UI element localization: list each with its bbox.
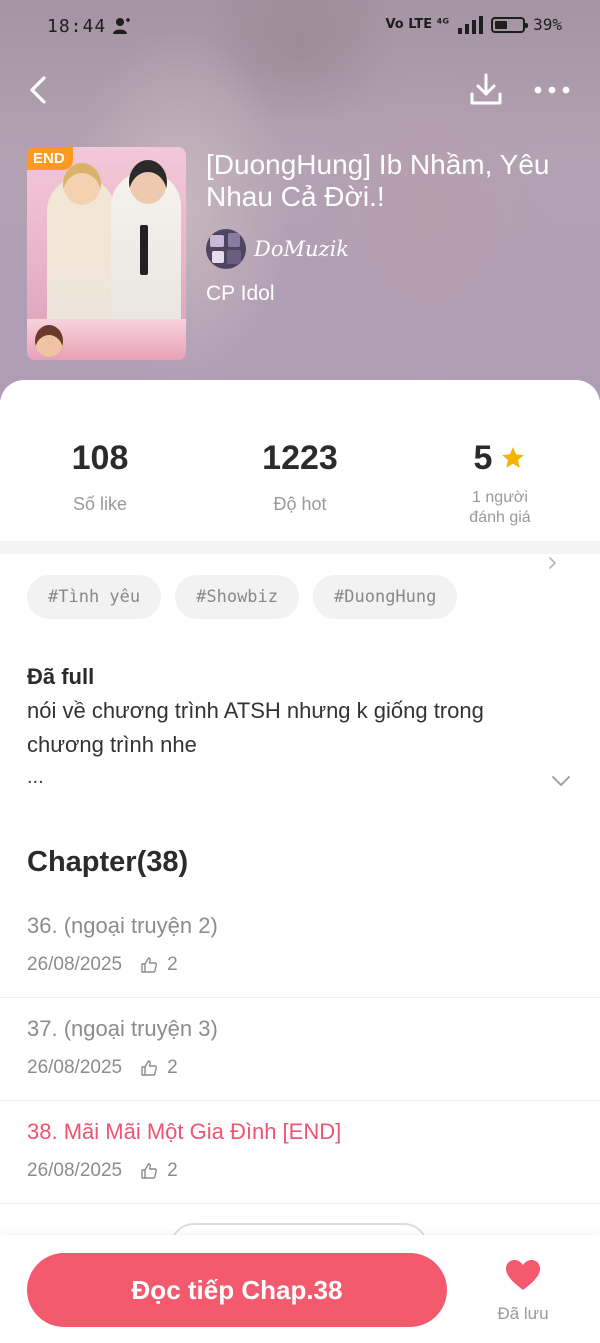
chapter-likes: 2 <box>167 1057 178 1078</box>
chapter-meta: 26/08/2025 2 <box>27 954 178 976</box>
top-navigation <box>0 70 600 110</box>
cover-detail <box>140 225 148 275</box>
download-icon[interactable] <box>466 70 506 110</box>
person-add-icon <box>113 18 130 34</box>
thumbs-up-icon <box>141 957 158 973</box>
back-arrow-icon[interactable] <box>22 72 58 108</box>
rating-value-row: 5 <box>400 440 600 476</box>
tag-chip[interactable]: #Tình yêu <box>27 575 162 619</box>
stats-row: 108 Số like 1223 Độ hot 5 1 người đánh g… <box>0 440 600 569</box>
signal-bars-icon <box>458 15 484 34</box>
chapter-title[interactable]: 36. (ngoại truyện 2) <box>27 913 218 939</box>
continue-reading-button[interactable]: Đọc tiếp Chap.38 <box>27 1253 447 1327</box>
book-detail-sheet: 108 Số like 1223 Độ hot 5 1 người đánh g… <box>0 380 600 1343</box>
chapter-heading: Chapter(38) <box>27 846 189 878</box>
chevron-right-icon[interactable] <box>546 556 560 570</box>
chapter-title[interactable]: 37. (ngoại truyện 3) <box>27 1016 218 1042</box>
battery-percent: 39% <box>533 15 562 34</box>
hot-label: Độ hot <box>273 494 327 514</box>
chapter-date: 26/08/2025 <box>27 1160 123 1181</box>
completion-status: Đã full <box>27 664 95 689</box>
book-genre: CP Idol <box>206 282 275 305</box>
likes-label: Số like <box>72 494 128 514</box>
chapter-item[interactable]: 36. (ngoại truyện 2) 26/08/2025 2 <box>0 895 600 998</box>
network-indicator: Vo LTE ⁴ᴳ <box>385 17 450 32</box>
status-indicators: Vo LTE ⁴ᴳ 39% <box>385 15 562 34</box>
heart-icon[interactable] <box>505 1259 541 1291</box>
chapter-list: 36. (ngoại truyện 2) 26/08/2025 2 37. (n… <box>0 895 600 1204</box>
chapter-meta: 26/08/2025 2 <box>27 1057 178 1079</box>
save-button[interactable]: Đã lưu <box>488 1255 558 1329</box>
end-badge: END <box>27 147 73 170</box>
rating-count-line: 1 người <box>472 489 528 506</box>
likes-value: 108 <box>71 439 129 477</box>
tag-chip[interactable]: #DuongHung <box>313 575 458 619</box>
tag-chip[interactable]: #Showbiz <box>175 575 300 619</box>
bottom-action-bar: Đọc tiếp Chap.38 Đã lưu <box>0 1235 600 1343</box>
rating-count-line: đánh giá <box>469 509 531 526</box>
thumbs-up-icon <box>141 1060 158 1076</box>
save-label: Đã lưu <box>497 1304 549 1323</box>
stat-rating[interactable]: 5 1 người đánh giá <box>400 440 600 528</box>
description-ellipsis: ... <box>27 766 44 788</box>
tag-list: #Tình yêu #Showbiz #DuongHung <box>27 575 458 619</box>
rating-value: 5 <box>473 439 493 477</box>
chevron-down-icon[interactable] <box>550 770 572 792</box>
chapter-title[interactable]: 38. Mãi Mãi Một Gia Đình [END] <box>27 1119 341 1145</box>
cover-figure <box>35 325 63 357</box>
status-bar: 18:44 Vo LTE ⁴ᴳ 39% <box>0 12 600 42</box>
chapter-item-current[interactable]: 38. Mãi Mãi Một Gia Đình [END] 26/08/202… <box>0 1101 600 1204</box>
stat-hot: 1223 Độ hot <box>200 440 400 515</box>
book-cover[interactable]: END <box>27 147 186 360</box>
chapter-item[interactable]: 37. (ngoại truyện 3) 26/08/2025 2 <box>0 998 600 1101</box>
author-name[interactable]: DoMuzik <box>254 237 349 261</box>
author-avatar[interactable] <box>206 229 246 269</box>
chapter-likes: 2 <box>167 1160 178 1181</box>
chapter-likes: 2 <box>167 954 178 975</box>
book-title: [DuongHung] Ib Nhầm, Yêu Nhau Cả Đời.! <box>206 149 550 212</box>
star-icon <box>502 447 525 468</box>
battery-icon <box>491 16 529 33</box>
hot-value: 1223 <box>262 439 338 477</box>
author-row[interactable]: DoMuzik <box>206 229 349 269</box>
status-time: 18:44 <box>47 16 107 37</box>
chapter-meta: 26/08/2025 2 <box>27 1160 178 1182</box>
thumbs-up-icon <box>141 1163 158 1179</box>
stat-likes: 108 Số like <box>0 440 200 515</box>
book-header-backdrop: 18:44 Vo LTE ⁴ᴳ 39% END [DuongHung] Ib N… <box>0 0 600 400</box>
chapter-date: 26/08/2025 <box>27 954 123 975</box>
rating-count: 1 người đánh giá <box>400 488 600 528</box>
description: Đã full nói về chương trình ATSH nhưng k… <box>27 662 547 790</box>
description-text: nói về chương trình ATSH nhưng k giống t… <box>27 698 484 757</box>
chapter-date: 26/08/2025 <box>27 1057 123 1078</box>
section-divider <box>0 541 600 554</box>
more-dots-icon[interactable] <box>530 74 574 106</box>
